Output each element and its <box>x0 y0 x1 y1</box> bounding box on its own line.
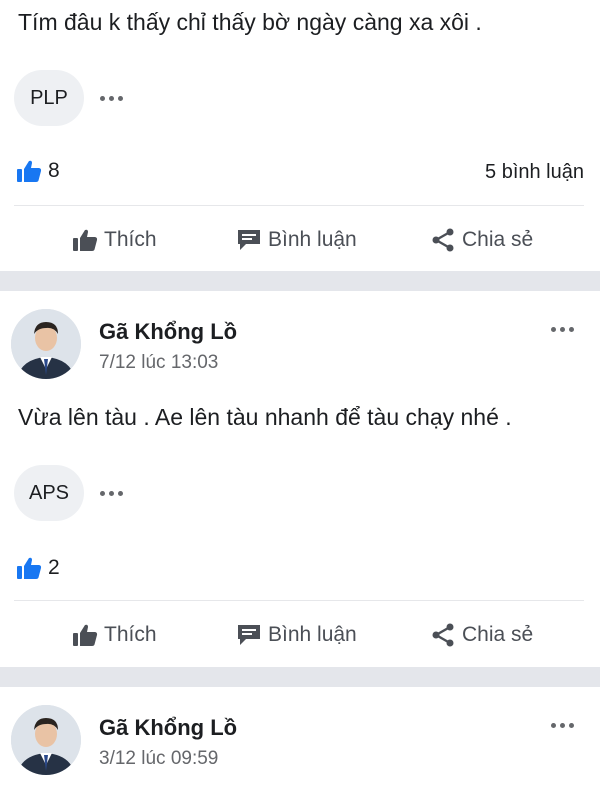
post-text: Tím đâu k thấy chỉ thấy bờ ngày càng xa … <box>18 9 482 35</box>
post-2: Gã Khổng Lồ 7/12 lúc 13:03 Vừa lên tàu .… <box>0 291 600 667</box>
thumbs-up-icon <box>17 160 42 182</box>
like-button-label: Thích <box>104 623 157 646</box>
like-count-value: 2 <box>48 556 60 579</box>
author-name[interactable]: Gã Khổng Lồ <box>99 715 237 741</box>
share-icon <box>432 228 454 252</box>
like-count[interactable]: 2 <box>16 556 60 580</box>
divider <box>14 205 584 206</box>
like-button[interactable]: Thích <box>72 220 157 260</box>
more-options-icon[interactable] <box>96 88 126 108</box>
divider <box>14 600 584 601</box>
comment-button[interactable]: Bình luận <box>236 220 357 260</box>
share-button[interactable]: Chia sẻ <box>430 615 533 655</box>
like-button-label: Thích <box>104 228 157 251</box>
thumbs-up-icon <box>17 557 42 579</box>
more-options-icon[interactable] <box>546 713 578 737</box>
post-timestamp[interactable]: 3/12 lúc 09:59 <box>99 748 218 770</box>
post-separator <box>0 271 600 291</box>
post-separator <box>0 667 600 687</box>
comment-count[interactable]: 5 bình luận <box>485 161 584 184</box>
reaction-stats: 2 <box>0 556 600 586</box>
share-button-label: Chia sẻ <box>462 623 534 646</box>
more-options-icon[interactable] <box>96 483 126 503</box>
post-text: Vừa lên tàu . Ae lên tàu nhanh để tàu ch… <box>18 404 512 430</box>
post-actions: Thích Bình luận Chia sẻ <box>0 615 600 655</box>
author-name[interactable]: Gã Khổng Lồ <box>99 319 237 345</box>
reaction-stats: 8 5 bình luận <box>0 159 600 189</box>
post-timestamp[interactable]: 7/12 lúc 13:03 <box>99 352 218 374</box>
comment-button-label: Bình luận <box>268 228 357 251</box>
comment-button[interactable]: Bình luận <box>236 615 357 655</box>
avatar[interactable] <box>11 705 81 775</box>
like-count-value: 8 <box>48 159 60 182</box>
avatar[interactable] <box>11 309 81 379</box>
tag-chip[interactable]: APS <box>14 465 84 521</box>
post-1: Tím đâu k thấy chỉ thấy bờ ngày càng xa … <box>0 0 600 271</box>
like-count[interactable]: 8 <box>16 159 60 183</box>
tag-chip[interactable]: PLP <box>14 70 84 126</box>
post-3: Gã Khổng Lồ 3/12 lúc 09:59 <box>0 687 600 800</box>
comment-button-label: Bình luận <box>268 623 357 646</box>
thumbs-up-icon <box>73 229 98 251</box>
post-header: Gã Khổng Lồ 7/12 lúc 13:03 <box>0 309 600 389</box>
share-button-label: Chia sẻ <box>462 228 534 251</box>
like-button[interactable]: Thích <box>72 615 157 655</box>
tag-row: PLP <box>14 70 126 126</box>
comment-icon <box>238 230 260 250</box>
share-icon <box>432 623 454 647</box>
tag-row: APS <box>14 465 126 521</box>
thumbs-up-icon <box>73 624 98 646</box>
post-header: Gã Khổng Lồ 3/12 lúc 09:59 <box>0 705 600 785</box>
share-button[interactable]: Chia sẻ <box>430 220 533 260</box>
post-actions: Thích Bình luận Chia sẻ <box>0 220 600 260</box>
comment-icon <box>238 625 260 645</box>
more-options-icon[interactable] <box>546 317 578 341</box>
